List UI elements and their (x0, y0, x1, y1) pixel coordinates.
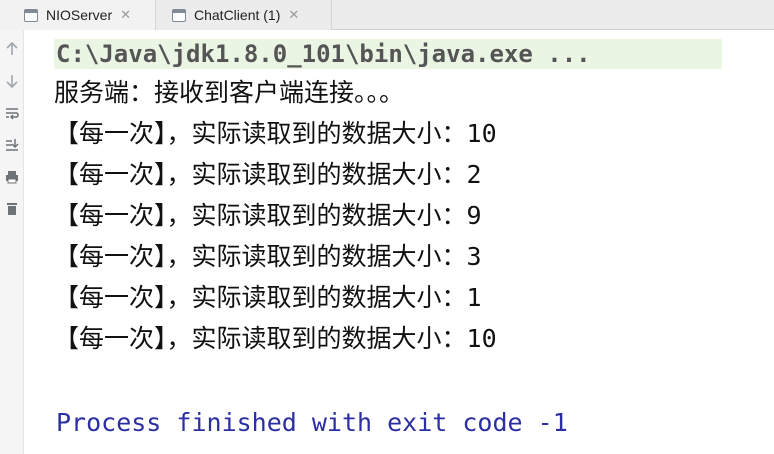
read-size-value: 1 (466, 283, 482, 312)
run-tab-bar: NIOServer ✕ ChatClient (1) ✕ (0, 0, 774, 30)
read-size-label: 【每一次】，实际读取到的数据大小： (54, 242, 467, 271)
read-size-line: 【每一次】，实际读取到的数据大小：2 (54, 156, 482, 194)
read-size-label: 【每一次】，实际读取到的数据大小： (54, 160, 467, 189)
console-icon (24, 8, 38, 22)
close-icon[interactable]: ✕ (288, 7, 299, 23)
read-size-label: 【每一次】，实际读取到的数据大小： (54, 119, 467, 148)
trash-icon[interactable] (3, 200, 21, 218)
read-size-value: 3 (466, 242, 482, 271)
read-size-line: 【每一次】，实际读取到的数据大小：10 (54, 320, 497, 358)
close-icon[interactable]: ✕ (120, 7, 131, 23)
tab-label: ChatClient (1) (194, 7, 281, 23)
server-connected-message: 服务端：接收到客户端连接。。。 (54, 78, 405, 107)
console-toolbar (0, 30, 24, 454)
tab-chatclient[interactable]: ChatClient (1) ✕ (156, 0, 332, 30)
read-size-line: 【每一次】，实际读取到的数据大小：1 (54, 279, 482, 317)
console-output[interactable]: C:\Java\jdk1.8.0_101\bin\java.exe ... 服务… (24, 30, 774, 454)
read-size-value: 10 (466, 324, 497, 353)
read-size-value: 9 (466, 201, 482, 230)
read-size-label: 【每一次】，实际读取到的数据大小： (54, 324, 467, 353)
read-size-label: 【每一次】，实际读取到的数据大小： (54, 283, 467, 312)
tab-nioserver[interactable]: NIOServer ✕ (0, 0, 156, 30)
print-icon[interactable] (3, 168, 21, 186)
scroll-to-end-icon[interactable] (3, 136, 21, 154)
command-line: C:\Java\jdk1.8.0_101\bin\java.exe ... (54, 39, 722, 69)
console-icon (172, 8, 186, 22)
up-arrow-icon[interactable] (3, 40, 21, 58)
read-size-value: 10 (466, 119, 497, 148)
read-size-line: 【每一次】，实际读取到的数据大小：9 (54, 197, 482, 235)
read-size-line: 【每一次】，实际读取到的数据大小：10 (54, 115, 497, 153)
tab-label: NIOServer (46, 7, 113, 23)
soft-wrap-icon[interactable] (3, 104, 21, 122)
read-size-label: 【每一次】，实际读取到的数据大小： (54, 201, 467, 230)
read-size-line: 【每一次】，实际读取到的数据大小：3 (54, 238, 482, 276)
read-size-value: 2 (466, 160, 482, 189)
process-exit-message: Process finished with exit code -1 (56, 408, 568, 437)
down-arrow-icon[interactable] (3, 72, 21, 90)
